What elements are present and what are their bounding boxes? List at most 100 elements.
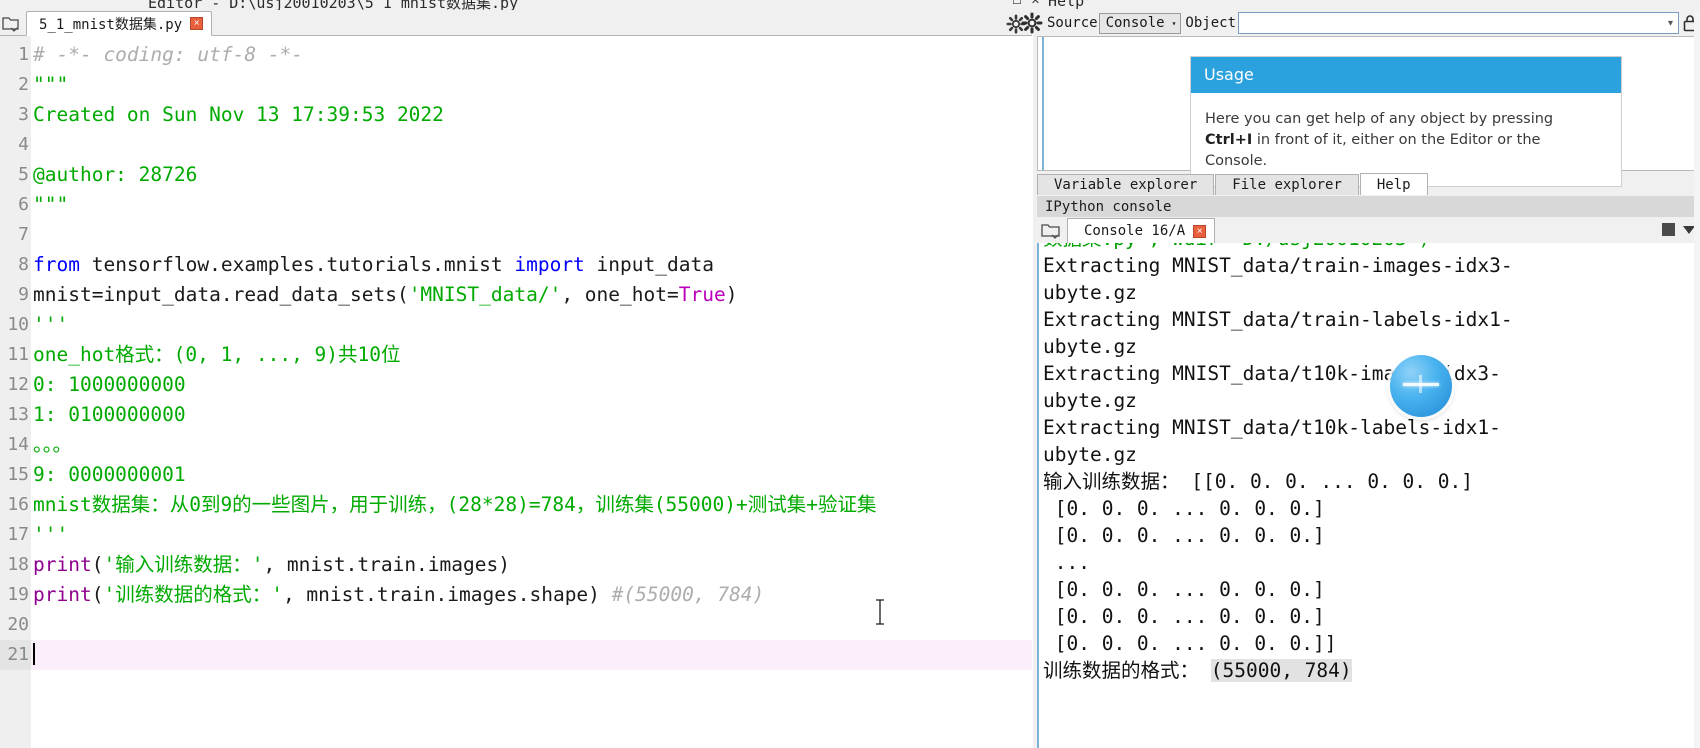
- pane-tab-file-explorer[interactable]: File explorer: [1215, 174, 1359, 195]
- code-text: ''': [33, 310, 68, 340]
- editor-tabbar: 5_1_mnist数据集.py ×: [0, 10, 1032, 36]
- console-line: ubyte.gz: [1043, 333, 1700, 360]
- close-icon[interactable]: ×: [190, 17, 204, 30]
- loading-indicator-orb: [1390, 355, 1452, 417]
- code-text: Created on Sun Nov 13 17:39:53 2022: [33, 100, 444, 130]
- code-token: '训练数据的格式：': [103, 583, 283, 606]
- usage-title: Usage: [1191, 57, 1621, 93]
- console-line-text: Extracting MNIST_data/train-images-idx3-: [1043, 254, 1513, 277]
- console-panel-title: IPython console: [1037, 196, 1700, 217]
- line-number: 20: [0, 610, 31, 640]
- browse-tabs-icon[interactable]: [1041, 222, 1061, 240]
- code-line[interactable]: 19 print('训练数据的格式：', mnist.train.images.s…: [0, 580, 1032, 610]
- menu-help[interactable]: Help: [1048, 0, 1084, 10]
- help-content-inner: Usage Here you can get help of any objec…: [1042, 37, 1696, 187]
- console-line-text: 数据集.py', wdir='D:/usj20010203'): [1043, 243, 1430, 250]
- spyder-ide-window: Editor - D:\usj20010203\5_1_mnist数据集.py …: [0, 0, 1700, 748]
- code-line[interactable]: 10 ''': [0, 310, 1032, 340]
- code-line[interactable]: 15 9: 0000000001: [0, 460, 1032, 490]
- code-line[interactable]: 5 @author: 28726: [0, 160, 1032, 190]
- console-line-text: [0. 0. 0. ... 0. 0. 0.]: [1043, 524, 1325, 547]
- code-token: """: [33, 73, 69, 96]
- code-text: [33, 640, 35, 670]
- console-line: [0. 0. 0. ... 0. 0. 0.]: [1043, 522, 1700, 549]
- console-line-text: ubyte.gz: [1043, 443, 1137, 466]
- code-line[interactable]: 17 ''': [0, 520, 1032, 550]
- dock-undock-icons[interactable]: ☐ ✕: [1012, 0, 1043, 7]
- source-select[interactable]: Console ▾: [1098, 12, 1182, 34]
- code-text: from tensorflow.examples.tutorials.mnist…: [33, 250, 714, 280]
- code-text: print('训练数据的格式：', mnist.train.images.sha…: [33, 580, 764, 610]
- code-text: @author: 28726: [33, 160, 197, 190]
- pane-tab-variable-explorer[interactable]: Variable explorer: [1037, 174, 1215, 195]
- code-text: 0: 1000000000: [33, 370, 186, 400]
- editor-tab-mnist[interactable]: 5_1_mnist数据集.py ×: [26, 11, 213, 36]
- line-number: 15: [0, 460, 31, 490]
- code-token: from: [33, 253, 80, 276]
- console-line-text: Extracting MNIST_data/t10k-labels-idx1-: [1043, 416, 1501, 439]
- close-icon[interactable]: ×: [1193, 224, 1207, 238]
- console-line: Extracting MNIST_data/t10k-images-idx3-: [1043, 360, 1700, 387]
- code-line[interactable]: 16 mnist数据集：从0到9的一些图片，用于训练，(28*28)=784，训练…: [0, 490, 1032, 520]
- window-edge-scrollbar[interactable]: [1694, 10, 1700, 748]
- code-line[interactable]: 9 mnist=input_data.read_data_sets('MNIST_…: [0, 280, 1032, 310]
- code-text: ''': [33, 520, 68, 550]
- line-number: 9: [0, 280, 31, 310]
- line-number: 3: [0, 100, 31, 130]
- console-line-text: [0. 0. 0. ... 0. 0. 0.]]: [1043, 632, 1337, 655]
- line-number: 11: [0, 340, 31, 370]
- console-line-text: [0. 0. 0. ... 0. 0. 0.]: [1043, 578, 1325, 601]
- code-token: , mnist.train.images): [263, 553, 510, 576]
- code-line[interactable]: 8 from tensorflow.examples.tutorials.mnis…: [0, 250, 1032, 280]
- code-line[interactable]: 3 Created on Sun Nov 13 17:39:53 2022: [0, 100, 1032, 130]
- code-line[interactable]: 11 one_hot格式：(0, 1, ..., 9)共10位: [0, 340, 1032, 370]
- code-text: """: [33, 70, 68, 100]
- console-output[interactable]: 数据集.py', wdir='D:/usj20010203') Extractin…: [1037, 243, 1700, 748]
- pane-tab-help[interactable]: Help: [1359, 173, 1428, 195]
- editor-pane: 5_1_mnist数据集.py × 1 # -*- coding: utf-8 …: [0, 10, 1032, 748]
- code-token: True: [678, 283, 726, 306]
- line-number: 2: [0, 70, 31, 100]
- code-line[interactable]: 12 0: 1000000000: [0, 370, 1032, 400]
- code-line[interactable]: 20: [0, 610, 1032, 640]
- code-token: , one_hot=: [561, 283, 679, 306]
- line-number: 6: [0, 190, 31, 220]
- help-content: Usage Here you can get help of any objec…: [1037, 36, 1697, 187]
- console-line-text: ubyte.gz: [1043, 281, 1137, 304]
- help-toolbar: Source Console ▾ Object ▾: [1021, 10, 1700, 36]
- object-input[interactable]: ▾: [1238, 12, 1679, 34]
- code-line[interactable]: 2 """: [0, 70, 1032, 100]
- code-line[interactable]: 21: [0, 640, 1032, 670]
- code-token: print: [33, 553, 92, 576]
- console-tabbar: Console 16/A ×: [1037, 218, 1700, 244]
- line-number: 5: [0, 160, 31, 190]
- code-line[interactable]: 1 # -*- coding: utf-8 -*-: [0, 40, 1032, 70]
- code-line[interactable]: 13 1: 0100000000: [0, 400, 1032, 430]
- console-line: ubyte.gz: [1043, 441, 1700, 468]
- code-token: """: [33, 193, 69, 216]
- code-token: ): [725, 283, 738, 306]
- code-line[interactable]: 6 """: [0, 190, 1032, 220]
- code-line[interactable]: 7: [0, 220, 1032, 250]
- console-line-text: Extracting MNIST_data/train-labels-idx1-: [1043, 308, 1513, 331]
- line-number: 14: [0, 430, 31, 460]
- usage-card: Usage Here you can get help of any objec…: [1190, 56, 1622, 187]
- browse-tabs-icon[interactable]: [2, 15, 20, 32]
- code-token: ''': [33, 523, 69, 546]
- window-title: Editor - D:\usj20010203\5_1_mnist数据集.py: [148, 0, 519, 10]
- console-line: [0. 0. 0. ... 0. 0. 0.]]: [1043, 630, 1700, 657]
- code-line[interactable]: 18 print('输入训练数据：', mnist.train.images): [0, 550, 1032, 580]
- line-number: 18: [0, 550, 31, 580]
- code-token: # -*- coding: utf-8 -*-: [33, 43, 304, 66]
- code-editor[interactable]: 1 # -*- coding: utf-8 -*- 2 """ 3 Created on …: [0, 36, 1032, 748]
- object-label: Object: [1185, 15, 1236, 31]
- line-number: 8: [0, 250, 31, 280]
- stop-button[interactable]: [1662, 223, 1675, 236]
- text-caret: [33, 643, 35, 665]
- line-number: 4: [0, 130, 31, 160]
- code-line[interactable]: 14。。。: [0, 430, 1032, 460]
- console-tab[interactable]: Console 16/A ×: [1067, 218, 1216, 244]
- code-line[interactable]: 4: [0, 130, 1032, 160]
- options-gear-icon[interactable]: [1021, 12, 1043, 34]
- pane-tab-label: Variable explorer: [1054, 177, 1198, 193]
